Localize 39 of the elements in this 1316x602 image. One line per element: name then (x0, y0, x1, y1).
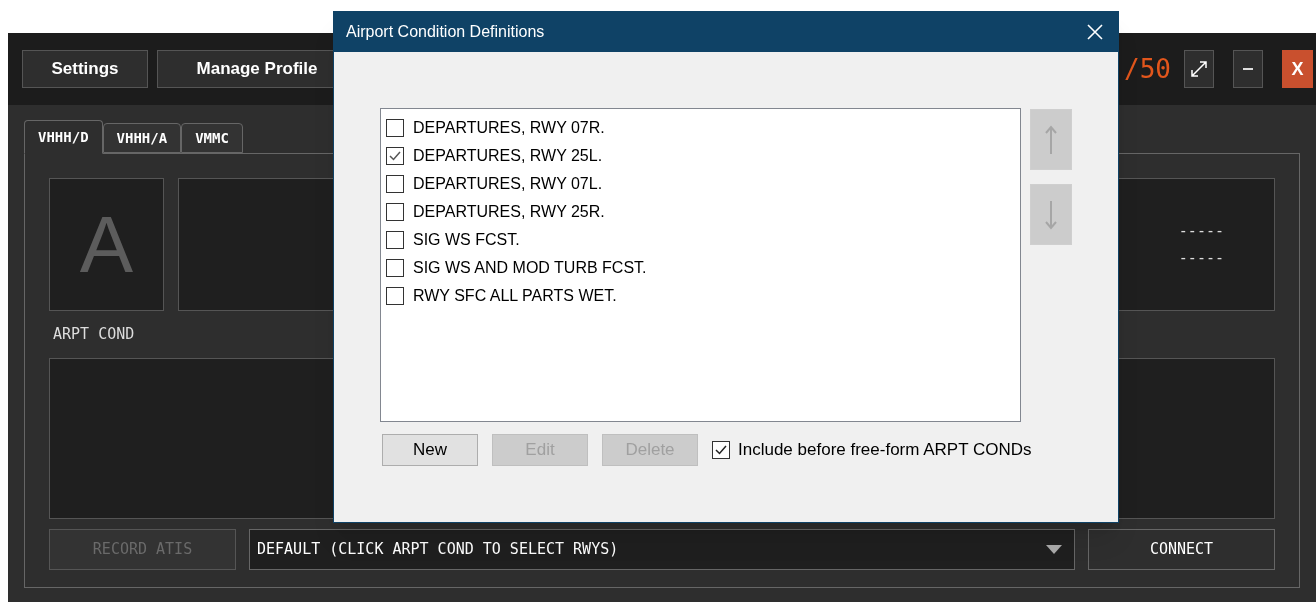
checkbox[interactable] (386, 119, 404, 137)
minimize-icon (1243, 67, 1253, 71)
dropdown-value: DEFAULT (CLICK ARPT COND TO SELECT RWYS) (257, 539, 620, 561)
checkbox[interactable] (386, 231, 404, 249)
condition-item[interactable]: DEPARTURES, RWY 07R. (381, 114, 613, 142)
connect-button[interactable]: CONNECT (1088, 529, 1275, 570)
condition-item[interactable]: SIG WS FCST. (381, 226, 528, 254)
maximize-button[interactable] (1184, 50, 1214, 88)
checkbox[interactable] (386, 147, 404, 165)
tab[interactable]: VHHH/D (24, 120, 103, 154)
condition-item[interactable]: DEPARTURES, RWY 07L. (381, 170, 611, 198)
close-button[interactable]: X (1282, 50, 1313, 88)
indicator-letter: A (79, 204, 134, 285)
section-label: ARPT COND (53, 324, 135, 346)
condition-item[interactable]: RWY SFC ALL PARTS WET. (381, 282, 625, 310)
checkbox[interactable] (386, 175, 404, 193)
dialog-title: Airport Condition Definitions (346, 22, 546, 42)
toolbar-button[interactable]: Settings (22, 50, 148, 88)
checkbox[interactable] (386, 287, 404, 305)
info-value: ----- (1178, 223, 1224, 239)
checkmark-icon (715, 445, 727, 455)
checkmark-icon (389, 151, 401, 161)
condition-item[interactable]: SIG WS AND MOD TURB FCST. (381, 254, 655, 282)
checkbox[interactable] (386, 259, 404, 277)
dialog-button[interactable]: New (382, 434, 478, 466)
checkbox[interactable] (386, 203, 404, 221)
up-arrow-icon (1045, 124, 1057, 155)
info-value: ----- (1178, 250, 1224, 266)
expand-icon (1190, 60, 1208, 78)
tab[interactable]: VHHH/A (102, 123, 182, 153)
include-checkbox[interactable]: Include before free-form ARPT CONDs (712, 437, 1032, 463)
close-icon (1087, 24, 1103, 40)
dropdown-caret-icon (1046, 545, 1062, 554)
down-arrow-icon (1045, 199, 1057, 230)
counter-text: /50 (1124, 52, 1171, 86)
tab[interactable]: VMMC (181, 123, 243, 153)
condition-item[interactable]: DEPARTURES, RWY 25R. (381, 198, 613, 226)
condition-item[interactable]: DEPARTURES, RWY 25L. (381, 142, 611, 170)
runway-dropdown[interactable]: DEFAULT (CLICK ARPT COND TO SELECT RWYS) (249, 529, 1075, 570)
